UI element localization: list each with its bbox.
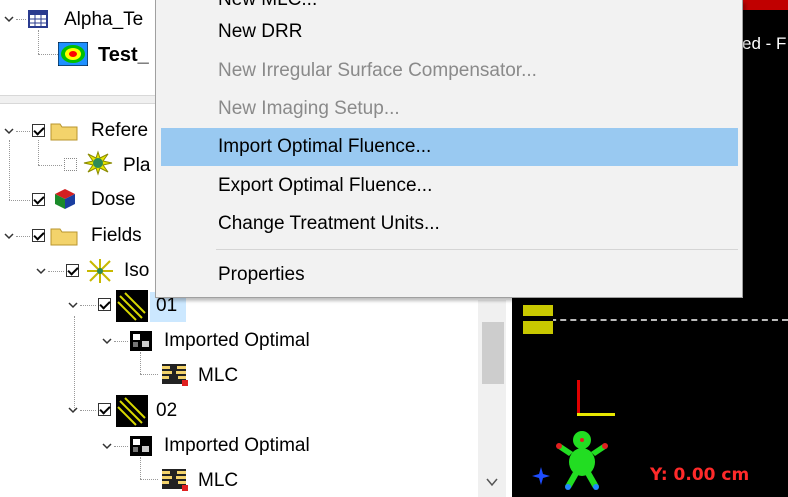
chevron-down-icon[interactable] bbox=[4, 14, 14, 24]
chevron-down-icon[interactable] bbox=[4, 126, 14, 136]
menu-item-new-imaging-setup[interactable]: New Imaging Setup... bbox=[156, 91, 742, 127]
menu-item-export-optimal-fluence[interactable]: Export Optimal Fluence... bbox=[156, 168, 742, 204]
field-01-label[interactable]: 01 bbox=[156, 295, 177, 317]
mlc-icon bbox=[162, 469, 188, 491]
chevron-down-icon[interactable] bbox=[484, 474, 500, 490]
reference-label[interactable]: Refere bbox=[91, 120, 148, 142]
fluence-icon bbox=[130, 436, 152, 456]
compass-star-icon bbox=[532, 467, 550, 485]
axis-x-indicator bbox=[577, 413, 615, 416]
dose-course-icon bbox=[58, 42, 88, 66]
context-menu: New MLC... New DRR New Irregular Surface… bbox=[155, 0, 743, 298]
field-02-mlc-label[interactable]: MLC bbox=[198, 470, 238, 492]
viewer-red-mark bbox=[742, 0, 788, 10]
folder-icon bbox=[50, 228, 78, 246]
cube-icon bbox=[55, 189, 75, 209]
dose-label[interactable]: Dose bbox=[91, 189, 135, 211]
chevron-down-icon[interactable] bbox=[36, 266, 46, 276]
field-beam-icon bbox=[116, 395, 148, 427]
iso-checkbox[interactable] bbox=[66, 264, 79, 277]
chevron-down-icon[interactable] bbox=[102, 336, 112, 346]
viewer-title: ed - F bbox=[742, 34, 787, 53]
chevron-down-icon[interactable] bbox=[68, 300, 78, 310]
human-figure-icon bbox=[556, 431, 608, 490]
menu-item-properties[interactable]: Properties bbox=[156, 257, 742, 293]
menu-item-new-drr[interactable]: New DRR bbox=[156, 14, 742, 50]
menu-item-change-treatment-units[interactable]: Change Treatment Units... bbox=[156, 206, 742, 242]
field-edge-line bbox=[530, 319, 788, 321]
course-tree-label[interactable]: Test_ bbox=[98, 44, 149, 67]
menu-item-new-irregular-surface-compensator[interactable]: New Irregular Surface Compensator... bbox=[156, 53, 742, 89]
field-01-checkbox[interactable] bbox=[98, 298, 111, 311]
field-02-label[interactable]: 02 bbox=[156, 400, 177, 422]
chevron-down-icon[interactable] bbox=[68, 405, 78, 415]
fields-label[interactable]: Fields bbox=[91, 225, 142, 247]
folder-icon bbox=[50, 123, 78, 141]
fields-checkbox[interactable] bbox=[32, 229, 45, 242]
isocenter-icon bbox=[87, 259, 113, 283]
reference-checkbox[interactable] bbox=[32, 124, 45, 137]
fluence-icon bbox=[130, 331, 152, 351]
field-beam-icon bbox=[116, 290, 148, 322]
plan-tree-label[interactable]: Alpha_Te bbox=[64, 9, 143, 31]
dose-checkbox[interactable] bbox=[32, 193, 45, 206]
table-icon bbox=[28, 10, 48, 28]
axis-y-indicator bbox=[577, 380, 580, 416]
mlc-icon bbox=[162, 364, 188, 386]
chevron-down-icon[interactable] bbox=[102, 441, 112, 451]
field-01-fluence-label[interactable]: Imported Optimal bbox=[164, 330, 310, 352]
plan-item-label[interactable]: Pla bbox=[123, 155, 150, 177]
plan-item-checkbox[interactable] bbox=[64, 158, 77, 171]
y-coordinate-readout: Y: 0.00 cm bbox=[650, 465, 750, 485]
chevron-down-icon[interactable] bbox=[4, 231, 14, 241]
top-tree-panel: Alpha_Te Test_ bbox=[0, 0, 160, 95]
field-01-mlc-label[interactable]: MLC bbox=[198, 365, 238, 387]
plan-icon bbox=[83, 150, 113, 176]
menu-item-import-optimal-fluence[interactable]: Import Optimal Fluence... bbox=[161, 128, 738, 166]
menu-separator bbox=[216, 249, 738, 250]
scrollbar-thumb[interactable] bbox=[482, 322, 504, 384]
field-02-fluence-label[interactable]: Imported Optimal bbox=[164, 435, 310, 457]
iso-label[interactable]: Iso bbox=[124, 260, 149, 282]
field-02-checkbox[interactable] bbox=[98, 403, 111, 416]
